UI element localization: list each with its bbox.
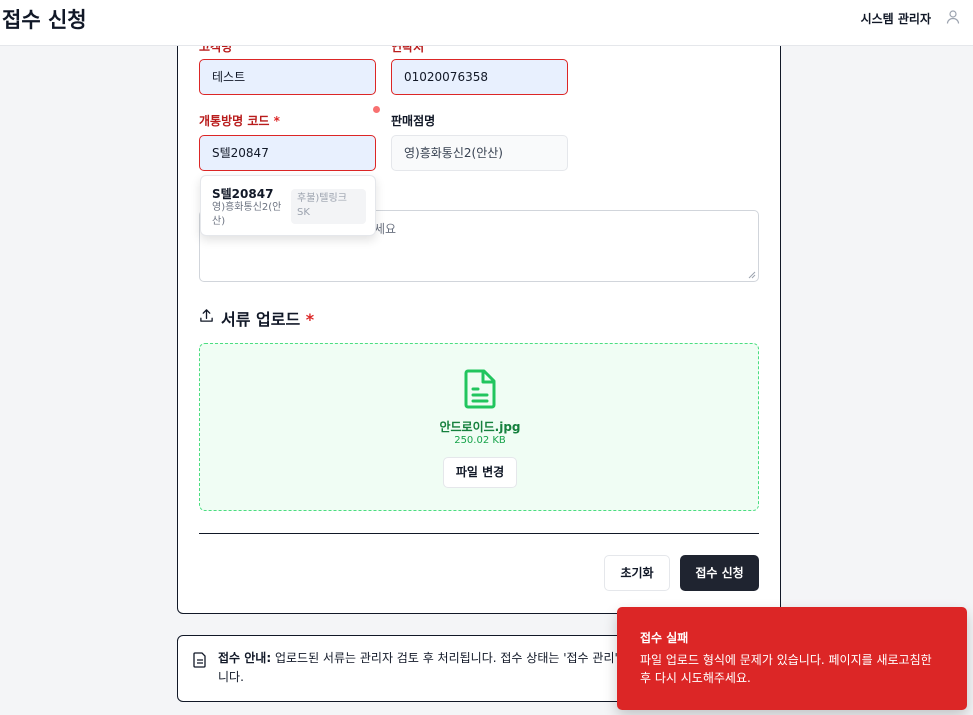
page-title: 접수 신청 [2, 8, 87, 32]
file-dropzone[interactable]: 안드로이드.jpg 250.02 KB 파일 변경 [199, 343, 759, 511]
suggestion-item[interactable]: S텔20847 영)흥화통신2(안산) 후불)텔링크 SK [201, 176, 377, 237]
suggestion-code: S텔20847 [212, 187, 274, 201]
reset-button[interactable]: 초기화 [604, 555, 670, 591]
contact-label: 연락처 [391, 46, 425, 54]
store-name-label: 판매점명 [391, 114, 436, 128]
user-icon[interactable] [945, 9, 961, 25]
customer-label: 고객명 [199, 46, 233, 54]
customer-name-input[interactable]: 테스트 [199, 59, 376, 95]
top-bar: 접수 신청 시스템 관리자 [0, 0, 973, 46]
suggestion-store: 영)흥화통신2(안산) [212, 202, 282, 227]
document-icon [193, 652, 206, 668]
divider [199, 533, 759, 534]
user-name[interactable]: 시스템 관리자 [861, 10, 931, 27]
store-name-field: 영)흥화통신2(안산) [391, 135, 568, 171]
document-icon [464, 369, 496, 409]
toast-message: 파일 업로드 형식에 문제가 있습니다. 페이지를 새로고침한 후 다시 시도해… [640, 653, 932, 685]
toast-title: 접수 실패 [640, 631, 689, 645]
store-code-label: 개통방명 코드 * [199, 114, 280, 128]
memo-placeholder: 세요 [374, 222, 397, 236]
upload-section-title: 서류 업로드 * [221, 310, 315, 329]
contact-input[interactable]: 01020076358 [391, 59, 568, 95]
upload-icon [200, 309, 213, 322]
submit-button[interactable]: 접수 신청 [680, 555, 759, 591]
resize-handle-icon[interactable] [748, 271, 756, 279]
change-file-button[interactable]: 파일 변경 [443, 457, 517, 488]
status-dot [373, 106, 380, 113]
suggestion-carrier-tag: 후불)텔링크 SK [291, 189, 366, 224]
store-code-suggestions: S텔20847 영)흥화통신2(안산) 후불)텔링크 SK [200, 175, 376, 236]
uploaded-file-size: 250.02 KB [454, 435, 506, 446]
store-code-input[interactable]: S텔20847 [199, 135, 376, 171]
uploaded-file-name: 안드로이드.jpg [439, 420, 521, 434]
error-toast[interactable]: 접수 실패 파일 업로드 형식에 문제가 있습니다. 페이지를 새로고침한 후 … [617, 607, 967, 710]
